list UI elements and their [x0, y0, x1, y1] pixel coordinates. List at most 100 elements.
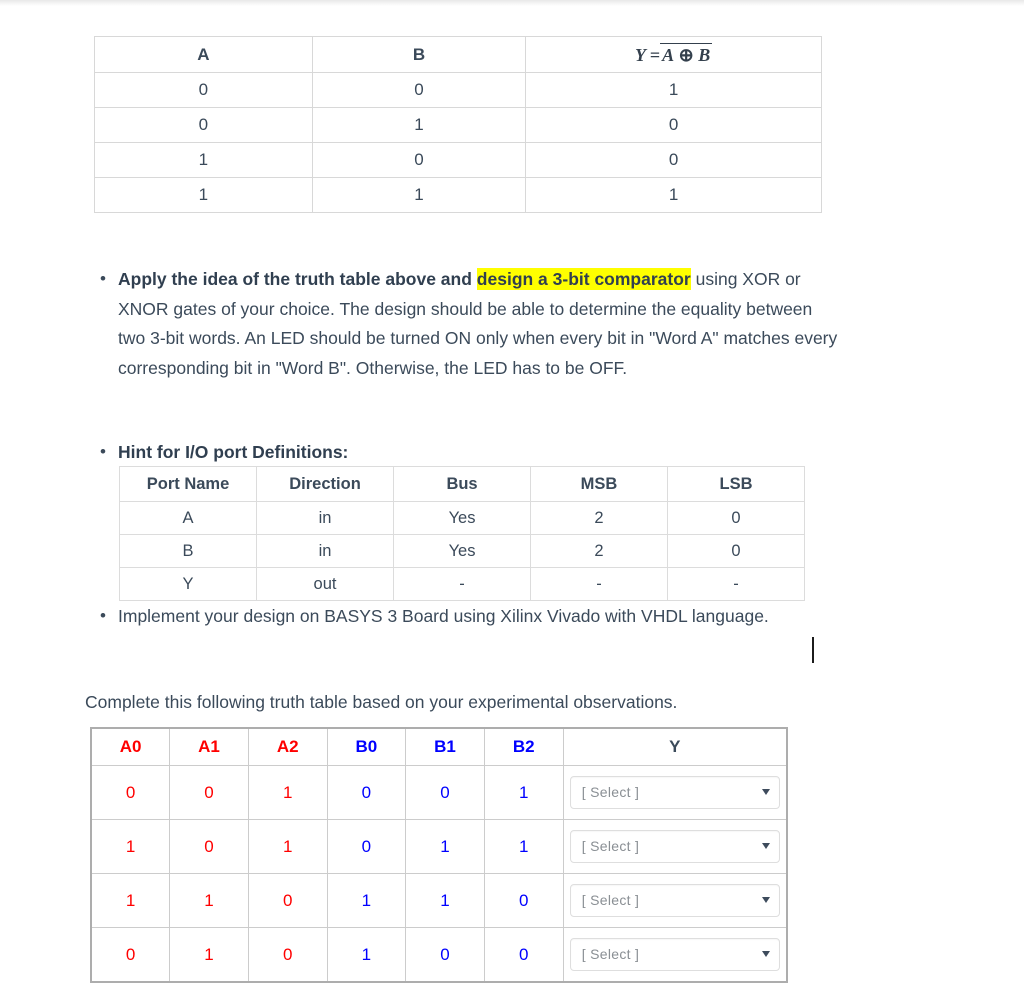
table-row: B in Yes 2 0: [119, 534, 805, 568]
table-row: 1 0 0: [94, 142, 822, 178]
xnor-header-b: B: [311, 36, 527, 73]
y-select-dropdown-row-2[interactable]: [ Select ]: [569, 830, 780, 863]
chevron-down-icon: [761, 789, 770, 795]
cell-a: 1: [94, 142, 313, 178]
io-cell-direction: in: [255, 534, 395, 568]
cell-y: 0: [525, 107, 822, 143]
cell-b: 0: [311, 142, 527, 178]
complete-table-instruction: Complete this following truth table base…: [85, 692, 678, 712]
cell-b: 1: [311, 107, 527, 143]
bullet-item: Apply the idea of the truth table above …: [88, 264, 840, 383]
ans-cell-b0: 0: [326, 765, 407, 820]
ans-cell-y: [ Select ]: [562, 819, 788, 874]
table-header-row: Port Name Direction Bus MSB LSB: [119, 466, 805, 502]
y-select-value-row-2: [ Select ]: [581, 838, 640, 854]
cell-y: 1: [525, 72, 822, 108]
ans-header-a2: A2: [247, 727, 328, 766]
ans-header-b2: B2: [483, 727, 564, 766]
worksheet-page: A B Y = A ⊕ B 0 0 1 0 1 0 1 0 0 1 1 1 • …: [0, 0, 1024, 998]
bullet3-text: Implement your design on BASYS 3 Board u…: [118, 606, 769, 626]
io-cell-bus: Yes: [393, 534, 532, 568]
io-cell-port: A: [119, 501, 257, 535]
ans-cell-b2: 0: [483, 927, 564, 983]
ans-cell-a1: 0: [169, 765, 249, 820]
ans-header-a0: A0: [90, 727, 171, 766]
experimental-truth-table: A0 A1 A2 B0 B1 B2 Y 0 0 1 0 0 1 [ Select…: [90, 727, 788, 983]
io-cell-direction: out: [255, 567, 395, 601]
ans-cell-a2: 1: [247, 819, 328, 874]
bullet1-highlight: design a 3-bit comparator: [476, 268, 691, 290]
y-select-value-row-1: [ Select ]: [581, 784, 640, 800]
bullet-hint-io: Hint for I/O port Definitions:: [88, 437, 840, 468]
table-row: 1 1 1: [94, 177, 822, 213]
xnor-header-a: A: [94, 36, 313, 73]
ans-cell-a2: 0: [247, 873, 328, 928]
chevron-down-icon: [761, 843, 770, 849]
io-port-definitions-table: Port Name Direction Bus MSB LSB A in Yes…: [119, 466, 805, 601]
bullet-item: Implement your design on BASYS 3 Board u…: [88, 601, 788, 632]
y-select-value-row-3: [ Select ]: [581, 892, 640, 908]
table-row: 1 1 0 1 1 0 [ Select ]: [90, 873, 788, 928]
cell-b: 1: [311, 177, 527, 213]
io-cell-lsb: 0: [667, 501, 805, 535]
ans-cell-b2: 1: [483, 765, 564, 820]
table-row: Y out - - -: [119, 567, 805, 601]
bullet-item: Hint for I/O port Definitions:: [88, 437, 840, 468]
io-cell-port: B: [119, 534, 257, 568]
ans-cell-b1: 1: [405, 819, 485, 874]
ans-cell-y: [ Select ]: [562, 927, 788, 983]
xnor-truth-table: A B Y = A ⊕ B 0 0 1 0 1 0 1 0 0 1 1 1: [94, 36, 822, 213]
io-header-direction: Direction: [255, 466, 395, 502]
table-row: 0 0 1: [94, 72, 822, 108]
xnor-formula: Y = A ⊕ B: [635, 43, 713, 65]
ans-cell-a1: 1: [169, 927, 249, 983]
ans-cell-y: [ Select ]: [562, 765, 788, 820]
ans-cell-a0: 1: [90, 873, 171, 928]
ans-cell-b2: 0: [483, 873, 564, 928]
hint-label: Hint for I/O port Definitions:: [118, 442, 349, 462]
xnor-header-y-formula: Y = A ⊕ B: [525, 36, 822, 73]
cell-a: 0: [94, 72, 313, 108]
bullet-apply-idea: Apply the idea of the truth table above …: [88, 264, 840, 383]
table-row: 0 1 0: [94, 107, 822, 143]
cell-a: 1: [94, 177, 313, 213]
io-cell-port: Y: [119, 567, 257, 601]
ans-header-b0: B0: [326, 727, 407, 766]
io-cell-bus: Yes: [393, 501, 532, 535]
y-select-value-row-4: [ Select ]: [581, 946, 640, 962]
page-top-edge: [0, 0, 1024, 6]
io-cell-msb: 2: [530, 501, 668, 535]
ans-cell-a0: 0: [90, 927, 171, 983]
chevron-down-icon: [761, 897, 770, 903]
io-cell-msb: 2: [530, 534, 668, 568]
io-header-bus: Bus: [393, 466, 532, 502]
table-header-row: A0 A1 A2 B0 B1 B2 Y: [90, 727, 788, 766]
ans-cell-a0: 1: [90, 819, 171, 874]
ans-cell-b1: 0: [405, 765, 485, 820]
chevron-down-icon: [761, 951, 770, 957]
y-select-dropdown-row-4[interactable]: [ Select ]: [569, 938, 780, 971]
io-cell-direction: in: [255, 501, 395, 535]
y-select-dropdown-row-3[interactable]: [ Select ]: [569, 884, 780, 917]
text-cursor-caret: [812, 637, 814, 663]
ans-cell-a1: 1: [169, 873, 249, 928]
ans-cell-a2: 0: [247, 927, 328, 983]
io-cell-bus: -: [393, 567, 532, 601]
ans-header-b1: B1: [405, 727, 485, 766]
table-row: 1 0 1 0 1 1 [ Select ]: [90, 819, 788, 874]
ans-cell-b2: 1: [483, 819, 564, 874]
table-row: 0 1 0 1 0 0 [ Select ]: [90, 927, 788, 983]
io-cell-lsb: 0: [667, 534, 805, 568]
ans-cell-a2: 1: [247, 765, 328, 820]
io-cell-msb: -: [530, 567, 668, 601]
ans-cell-a0: 0: [90, 765, 171, 820]
ans-cell-b0: 1: [326, 873, 407, 928]
y-select-dropdown-row-1[interactable]: [ Select ]: [569, 776, 780, 809]
ans-cell-b0: 1: [326, 927, 407, 983]
io-header-lsb: LSB: [667, 466, 805, 502]
ans-cell-y: [ Select ]: [562, 873, 788, 928]
io-header-port-name: Port Name: [119, 466, 257, 502]
ans-header-a1: A1: [169, 727, 249, 766]
cell-y: 1: [525, 177, 822, 213]
cell-b: 0: [311, 72, 527, 108]
